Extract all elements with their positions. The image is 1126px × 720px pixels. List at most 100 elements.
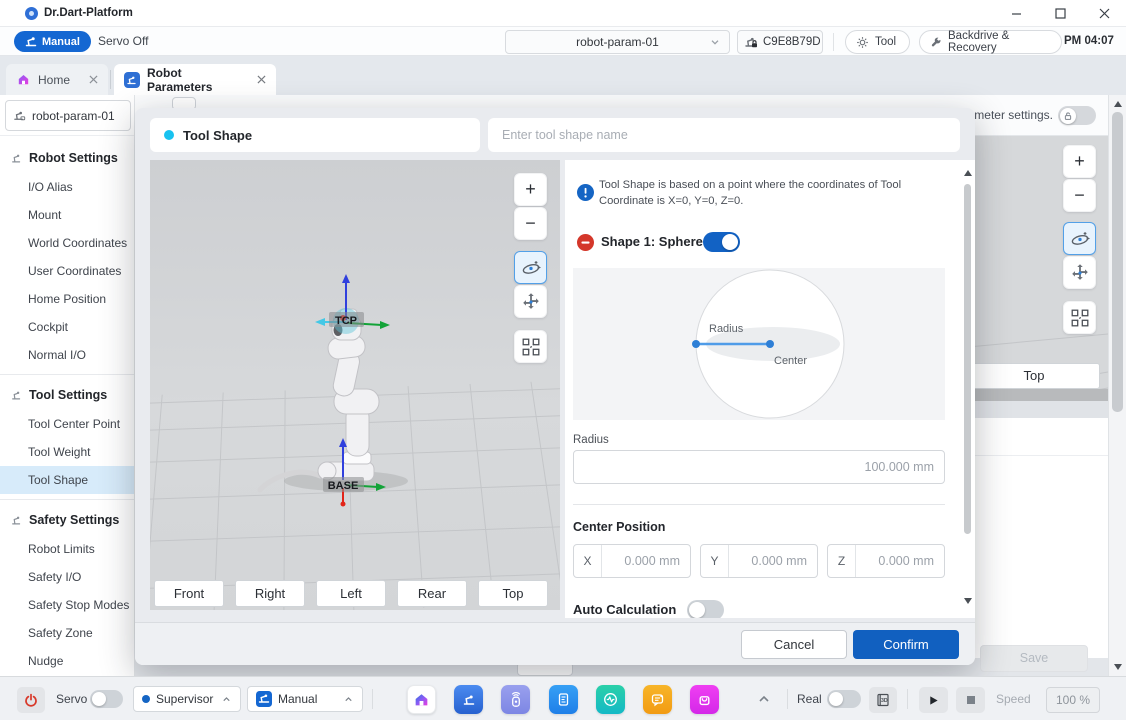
radius-input[interactable] — [574, 460, 944, 474]
view-right-button[interactable]: Right — [235, 580, 305, 607]
param-file-select[interactable]: robot-param-01 — [505, 30, 730, 54]
robot-lock-icon — [744, 35, 758, 49]
measure-icon — [1069, 307, 1091, 329]
sidebar-item-cockpit[interactable]: Cockpit — [0, 313, 134, 341]
settings-lock-toggle[interactable] — [1058, 106, 1096, 125]
tab-home-close-icon[interactable] — [89, 75, 98, 84]
viewport-measure-button[interactable] — [514, 330, 547, 363]
sidebar-item-tool-shape[interactable]: Tool Shape — [0, 466, 134, 494]
backdrive-recovery-button[interactable]: Backdrive & Recovery — [919, 30, 1062, 54]
tool-shape-name-field — [488, 118, 960, 152]
panel-scroll-up[interactable] — [964, 170, 972, 176]
bg-top-view-button[interactable]: Top — [968, 363, 1100, 389]
view-left-button[interactable]: Left — [316, 580, 386, 607]
device-id: C9E8B79D — [763, 36, 821, 48]
close-button[interactable] — [1082, 0, 1126, 27]
power-button[interactable] — [17, 687, 45, 713]
view-top-button[interactable]: Top — [478, 580, 548, 607]
sidebar-item-nudge[interactable]: Nudge — [0, 647, 134, 675]
bottombar-separator — [907, 689, 908, 709]
tool-button[interactable]: Tool — [845, 30, 910, 54]
3d-viewer-button[interactable]: 3D — [869, 687, 897, 713]
sidebar-item-tool-weight[interactable]: Tool Weight — [0, 438, 134, 466]
dialog-title-card: Tool Shape — [150, 118, 480, 152]
manual-mode-button[interactable]: Manual — [14, 31, 91, 52]
tab-rp-close-icon[interactable] — [257, 75, 266, 84]
role-select[interactable]: Supervisor — [133, 686, 241, 712]
mode-label: Manual — [278, 692, 317, 706]
viewport-orbit-button[interactable] — [514, 251, 547, 284]
sidebar-item-mount[interactable]: Mount — [0, 201, 134, 229]
sphere-diagram: Radius Center — [573, 268, 945, 420]
tool-shape-name-input[interactable] — [488, 118, 960, 152]
sidebar-item-safety-zone[interactable]: Safety Zone — [0, 619, 134, 647]
robot-parameters-app-icon[interactable] — [454, 685, 483, 714]
sidebar-item-robot-limits[interactable]: Robot Limits — [0, 535, 134, 563]
scroll-up-arrow[interactable] — [1114, 101, 1122, 107]
remote-control-app-icon[interactable] — [501, 685, 530, 714]
cancel-button[interactable]: Cancel — [741, 630, 847, 659]
home-app-icon[interactable] — [407, 685, 436, 714]
sidebar-item-tool-center-point[interactable]: Tool Center Point — [0, 410, 134, 438]
remove-shape-icon[interactable] — [577, 234, 594, 251]
task-writer-app-icon[interactable] — [549, 685, 578, 714]
mode-select[interactable]: Manual — [247, 686, 363, 712]
center-z-field: Z — [827, 544, 945, 578]
view-front-button[interactable]: Front — [154, 580, 224, 607]
pan-icon — [520, 291, 542, 313]
sidebar-item-safety-io[interactable]: Safety I/O — [0, 563, 134, 591]
sidebar-item-normal-io[interactable]: Normal I/O — [0, 341, 134, 369]
orbit-icon — [520, 257, 542, 279]
viewport-zoom-in-button[interactable]: + — [514, 173, 547, 206]
view-rear-button[interactable]: Rear — [397, 580, 467, 607]
real-sim-toggle[interactable] — [827, 690, 861, 708]
sidebar-item-world-coordinates[interactable]: World Coordinates — [0, 229, 134, 257]
center-y-input[interactable] — [729, 554, 817, 568]
save-button[interactable]: Save — [980, 645, 1088, 672]
confirm-button[interactable]: Confirm — [853, 630, 959, 659]
scroll-down-arrow[interactable] — [1114, 664, 1122, 670]
center-z-input[interactable] — [856, 554, 944, 568]
bg-measure-button[interactable] — [1063, 301, 1096, 334]
speed-value[interactable]: 100 % — [1046, 687, 1100, 713]
servo-status: Servo Off — [98, 27, 148, 56]
bg-zoom-in-button[interactable]: + — [1063, 145, 1096, 178]
viewport-zoom-out-button[interactable]: − — [514, 207, 547, 240]
manual-label: Manual — [42, 36, 80, 48]
message-app-icon[interactable] — [643, 685, 672, 714]
3d-viewer-icon: 3D — [875, 692, 891, 708]
maximize-button[interactable] — [1038, 0, 1082, 27]
section-safety-settings[interactable]: Safety Settings — [0, 505, 134, 535]
panel-scroll-down[interactable] — [964, 598, 972, 604]
store-app-icon[interactable] — [690, 685, 719, 714]
tab-home[interactable]: Home — [6, 64, 108, 95]
center-x-input[interactable] — [602, 554, 690, 568]
scrollbar-thumb[interactable] — [1112, 112, 1123, 412]
play-button[interactable] — [919, 687, 948, 713]
section-tool-settings[interactable]: Tool Settings — [0, 380, 134, 410]
minimize-button[interactable] — [994, 0, 1038, 27]
tab-robot-parameters[interactable]: Robot Parameters — [114, 64, 276, 95]
sidebar-item-home-position[interactable]: Home Position — [0, 285, 134, 313]
bg-pan-button[interactable] — [1063, 256, 1096, 289]
shape-enable-toggle[interactable] — [703, 232, 740, 252]
sidebar-item-safety-stop-modes[interactable]: Safety Stop Modes — [0, 591, 134, 619]
robot-3d-viewport[interactable]: TCP BASE + − Front Right Lef — [150, 160, 560, 610]
stop-button[interactable] — [956, 687, 985, 713]
param-file-box[interactable]: robot-param-01 — [5, 100, 131, 131]
device-id-badge[interactable]: C9E8B79D — [737, 30, 823, 54]
bg-orbit-button[interactable] — [1063, 222, 1096, 255]
sidebar-item-io-alias[interactable]: I/O Alias — [0, 173, 134, 201]
panel-scroll-thumb[interactable] — [964, 184, 971, 534]
sidebar-item-user-coordinates[interactable]: User Coordinates — [0, 257, 134, 285]
viewport-pan-button[interactable] — [514, 285, 547, 318]
bg-zoom-out-button[interactable]: − — [1063, 179, 1096, 212]
dock-collapse-icon[interactable] — [757, 693, 771, 705]
home-icon — [16, 72, 31, 87]
center-x-field: X — [573, 544, 691, 578]
monitoring-app-icon[interactable] — [596, 685, 625, 714]
servo-toggle[interactable] — [90, 690, 123, 708]
section-robot-settings[interactable]: Robot Settings — [0, 143, 134, 173]
speed-label: Speed — [996, 677, 1031, 720]
auto-calculation-toggle[interactable] — [687, 600, 724, 618]
